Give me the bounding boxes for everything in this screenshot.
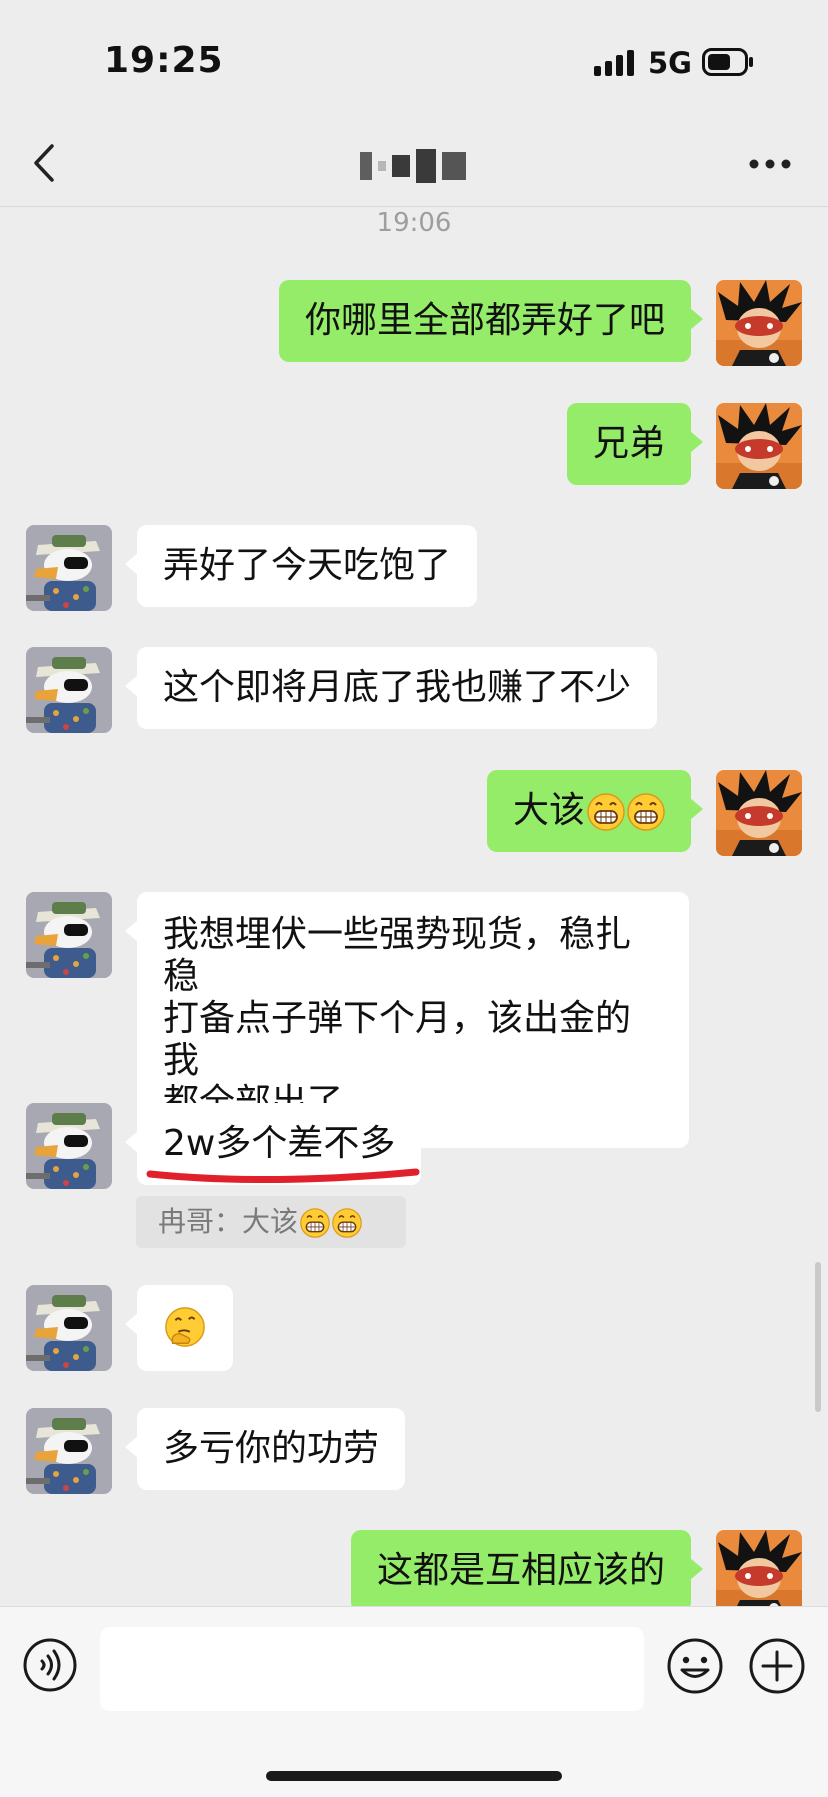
message-text: 多亏你的功劳 — [163, 1428, 380, 1469]
message-text: 这个即将月底了我也赚了不少 — [163, 667, 632, 708]
message-bubble-received[interactable]: 弄好了今天吃饱了 — [124, 525, 478, 607]
contact-avatar[interactable] — [26, 647, 112, 733]
network-label: 5G — [648, 46, 692, 80]
my-avatar[interactable] — [716, 770, 802, 856]
red-underline-annotation — [146, 1168, 420, 1184]
my-avatar[interactable] — [716, 1530, 802, 1616]
message-text: 你哪里全部都弄好了吧 — [304, 300, 665, 341]
contact-avatar[interactable] — [26, 1103, 112, 1189]
message-text: 兄弟 — [592, 423, 665, 464]
chat-timestamp: 19:06 — [376, 208, 452, 238]
message-bubble-sent[interactable]: 兄弟 — [566, 403, 704, 485]
contact-avatar[interactable] — [26, 525, 112, 611]
chevron-left-icon[interactable] — [30, 142, 62, 184]
quoted-message[interactable]: 冉哥：大该 — [136, 1196, 406, 1248]
grin-emoji — [300, 1208, 331, 1238]
my-avatar[interactable] — [716, 403, 802, 489]
message-bubble-received[interactable]: 多亏你的功劳 — [124, 1408, 406, 1490]
message-bubble-sent[interactable]: 你哪里全部都弄好了吧 — [278, 280, 704, 362]
status-time: 19:25 — [104, 40, 224, 81]
message-text: 弄好了今天吃饱了 — [163, 545, 452, 586]
home-indicator[interactable] — [266, 1771, 562, 1781]
grin-emoji — [627, 793, 665, 831]
message-bubble-sent[interactable]: 大该 — [486, 770, 704, 852]
quote-text: 冉哥：大该 — [158, 1205, 299, 1238]
contact-avatar[interactable] — [26, 892, 112, 978]
more-icon[interactable] — [746, 150, 794, 178]
status-bar: 19:25 5G — [0, 0, 828, 120]
message-input[interactable] — [100, 1627, 644, 1711]
my-avatar[interactable] — [716, 280, 802, 366]
message-bubble-sent[interactable]: 这都是互相应该的 — [350, 1530, 704, 1612]
contact-avatar[interactable] — [26, 1408, 112, 1494]
input-bar — [0, 1606, 828, 1797]
message-text: 大该 — [512, 790, 585, 831]
chat-header — [0, 120, 828, 207]
message-text-line: 我想埋伏一些强势现货，稳扎稳 — [163, 914, 632, 997]
message-bubble-received[interactable]: 这个即将月底了我也赚了不少 — [124, 647, 658, 729]
emoji-icon[interactable] — [666, 1637, 724, 1695]
voice-icon[interactable] — [22, 1637, 78, 1693]
message-bubble-received[interactable] — [125, 1285, 233, 1371]
message-text: 这都是互相应该的 — [376, 1550, 665, 1591]
scrollbar[interactable] — [815, 1262, 821, 1412]
message-text-line: 打备点子弹下个月，该出金的我 — [163, 998, 632, 1081]
chat-title-redacted — [360, 148, 466, 184]
contact-avatar[interactable] — [26, 1285, 112, 1371]
grin-emoji — [587, 793, 625, 831]
battery-icon — [702, 48, 753, 76]
thinking-emoji — [165, 1307, 205, 1347]
message-text: 2w多个差不多 — [163, 1123, 396, 1164]
signal-icon — [594, 50, 634, 76]
plus-icon[interactable] — [748, 1637, 806, 1695]
grin-emoji — [332, 1208, 363, 1238]
